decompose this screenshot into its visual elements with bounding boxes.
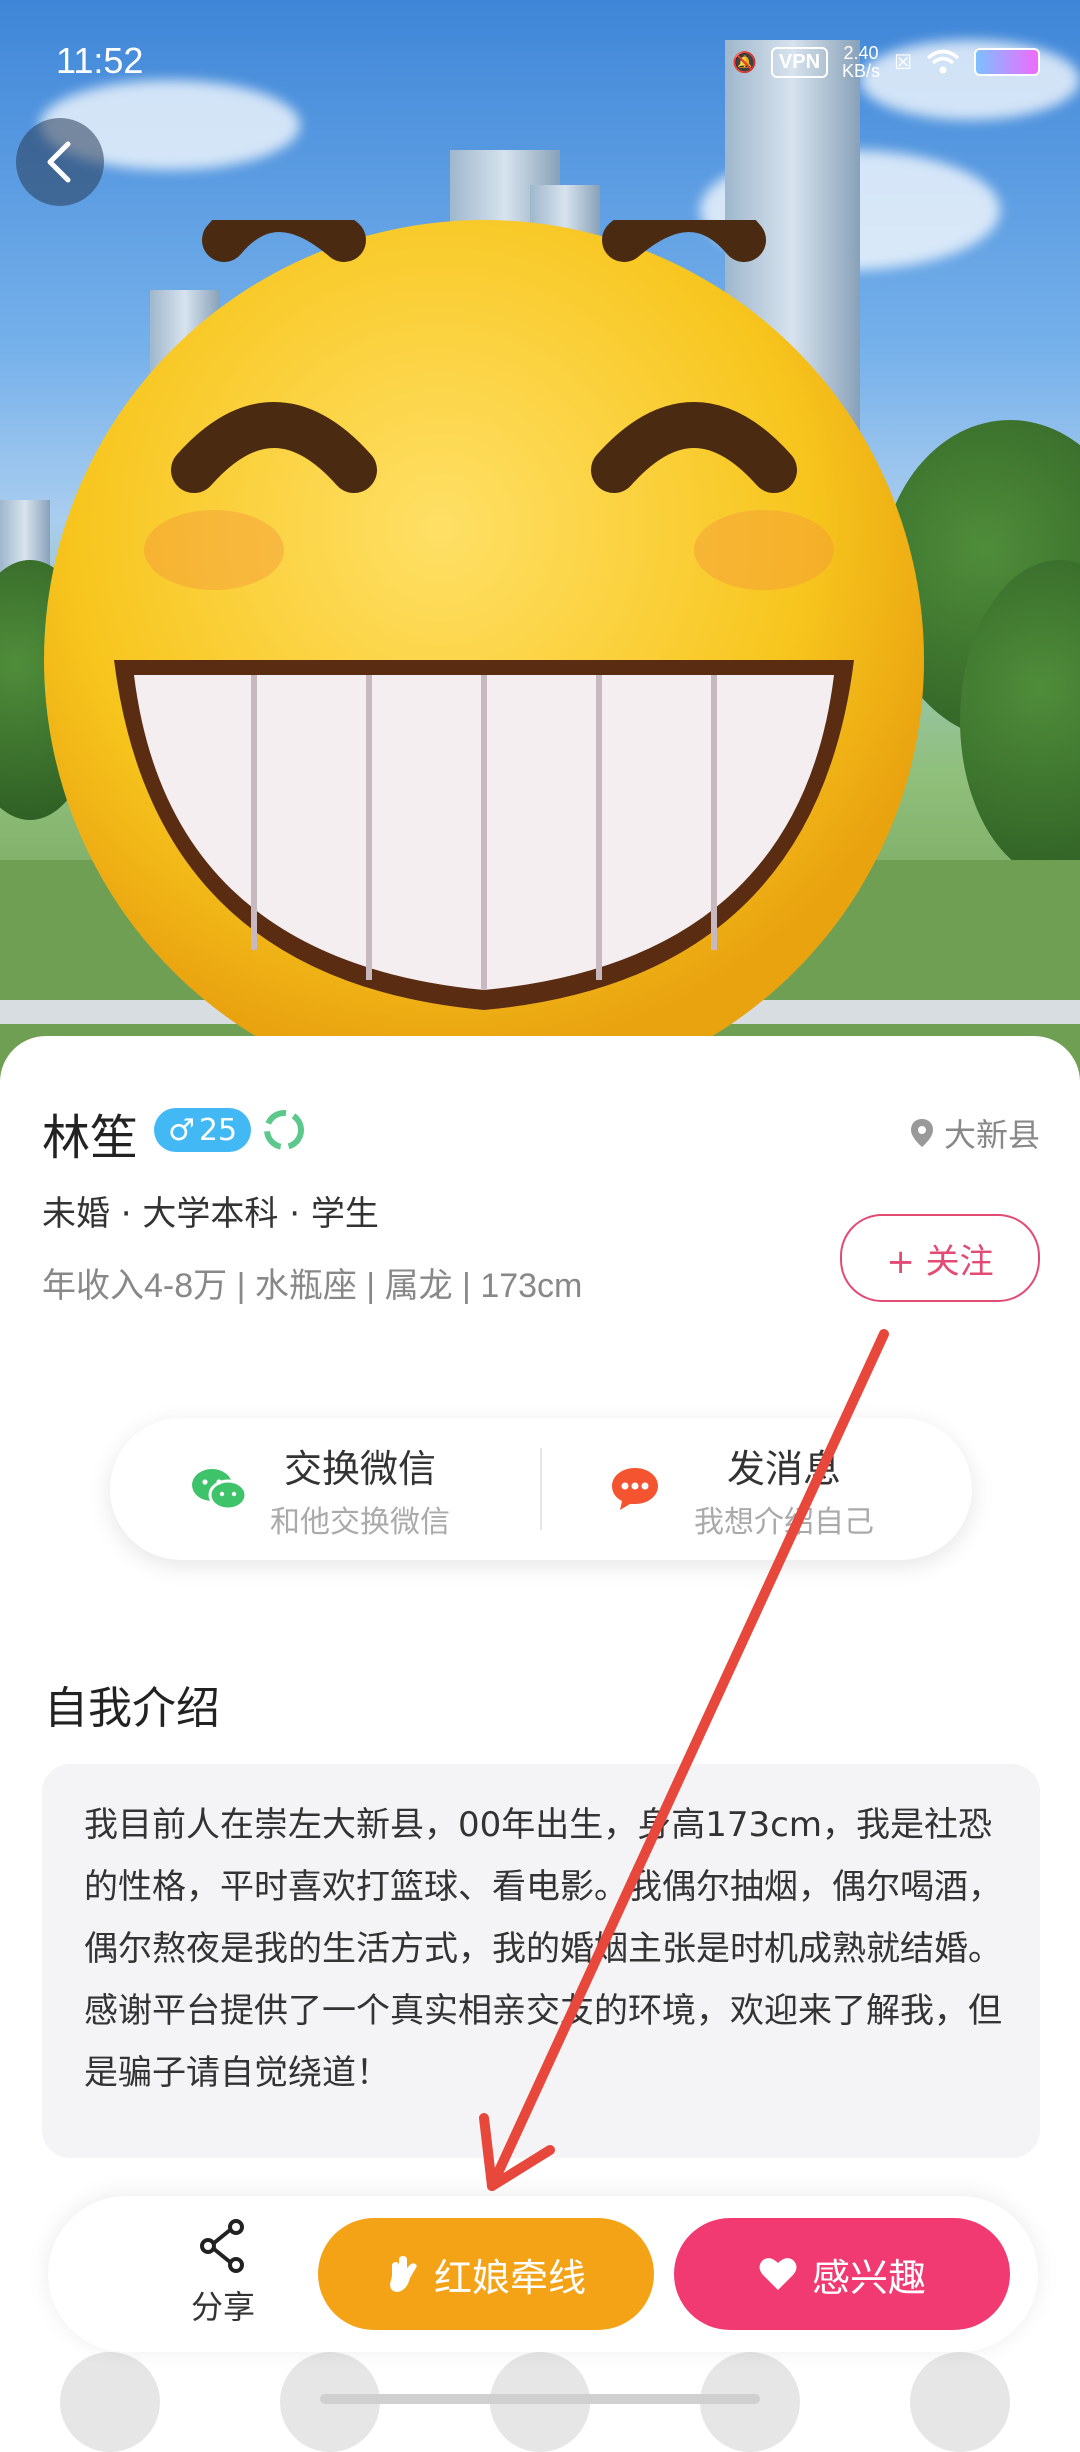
send-message-button[interactable]: 发消息 我想介绍自己 bbox=[610, 1418, 950, 1560]
hand-icon bbox=[389, 2256, 417, 2292]
wifi-icon bbox=[926, 49, 960, 74]
thumbnail[interactable] bbox=[60, 2352, 160, 2452]
matchmaker-label: 红娘牵线 bbox=[433, 2255, 586, 2300]
intro-text: 我目前人在崇左大新县，00年出生，身高173cm，我是社恐的性格，平时喜欢打篮球… bbox=[84, 1805, 1002, 2093]
home-indicator bbox=[320, 2394, 760, 2404]
intro-title: 自我介绍 bbox=[44, 1683, 220, 1734]
profile-info: 年收入4-8万 | 水瓶座 | 属龙 | 173cm bbox=[42, 1267, 583, 1305]
chevron-left-icon bbox=[47, 141, 71, 183]
exchange-wechat-button[interactable]: 交换微信 和他交换微信 bbox=[190, 1418, 530, 1560]
battery-icon bbox=[974, 48, 1040, 76]
matchmaker-button[interactable]: 红娘牵线 bbox=[318, 2218, 654, 2330]
smiley-sticker-icon bbox=[44, 220, 924, 1090]
interest-label: 感兴趣 bbox=[811, 2255, 926, 2300]
male-icon: ♂ bbox=[168, 1112, 195, 1148]
gender-age-badge: ♂ 25 bbox=[154, 1108, 252, 1152]
back-button[interactable] bbox=[16, 118, 104, 206]
speed-value: 2.40 bbox=[843, 43, 879, 63]
status-icons: 🔕 VPN 2.40 KB/s ☒ bbox=[732, 44, 1040, 80]
contact-actions: 交换微信 和他交换微信 发消息 我想介绍自己 bbox=[110, 1418, 972, 1560]
verified-icon bbox=[264, 1110, 304, 1150]
profile-tags: 未婚 · 大学本科 · 学生 bbox=[42, 1194, 379, 1234]
share-label: 分享 bbox=[190, 2288, 255, 2326]
network-speed: 2.40 KB/s bbox=[842, 44, 880, 80]
speed-unit: KB/s bbox=[842, 61, 881, 81]
share-icon bbox=[200, 2219, 244, 2273]
intro-box: 我目前人在崇左大新县，00年出生，身高173cm，我是社恐的性格，平时喜欢打篮球… bbox=[42, 1764, 1040, 2158]
interest-button[interactable]: 感兴趣 bbox=[674, 2218, 1010, 2330]
location-pin-icon bbox=[910, 1119, 933, 1147]
location-text: 大新县 bbox=[943, 1116, 1040, 1154]
chat-bubble-icon bbox=[612, 1468, 658, 1510]
location: 大新县 bbox=[910, 1110, 1040, 1156]
vpn-indicator: VPN bbox=[770, 46, 829, 78]
age-value: 25 bbox=[198, 1112, 238, 1148]
thumbnail[interactable] bbox=[910, 2352, 1010, 2452]
follow-button[interactable]: + 关注 bbox=[840, 1214, 1040, 1302]
wechat-icon bbox=[192, 1469, 248, 1511]
mute-icon: 🔕 bbox=[732, 51, 757, 74]
message-title: 发消息 bbox=[726, 1446, 841, 1491]
wechat-subtitle: 和他交换微信 bbox=[270, 1504, 450, 1540]
action-divider bbox=[540, 1448, 542, 1530]
user-name: 林笙 bbox=[42, 1112, 139, 1165]
wechat-title: 交换微信 bbox=[283, 1446, 436, 1491]
share-button[interactable]: 分享 bbox=[138, 2218, 308, 2328]
no-sim-icon: ☒ bbox=[894, 51, 912, 74]
heart-icon bbox=[759, 2258, 797, 2290]
bottom-action-bar: 分享 红娘牵线 感兴趣 bbox=[48, 2196, 1038, 2352]
status-time: 11:52 bbox=[56, 40, 144, 81]
message-subtitle: 我想介绍自己 bbox=[694, 1504, 874, 1540]
